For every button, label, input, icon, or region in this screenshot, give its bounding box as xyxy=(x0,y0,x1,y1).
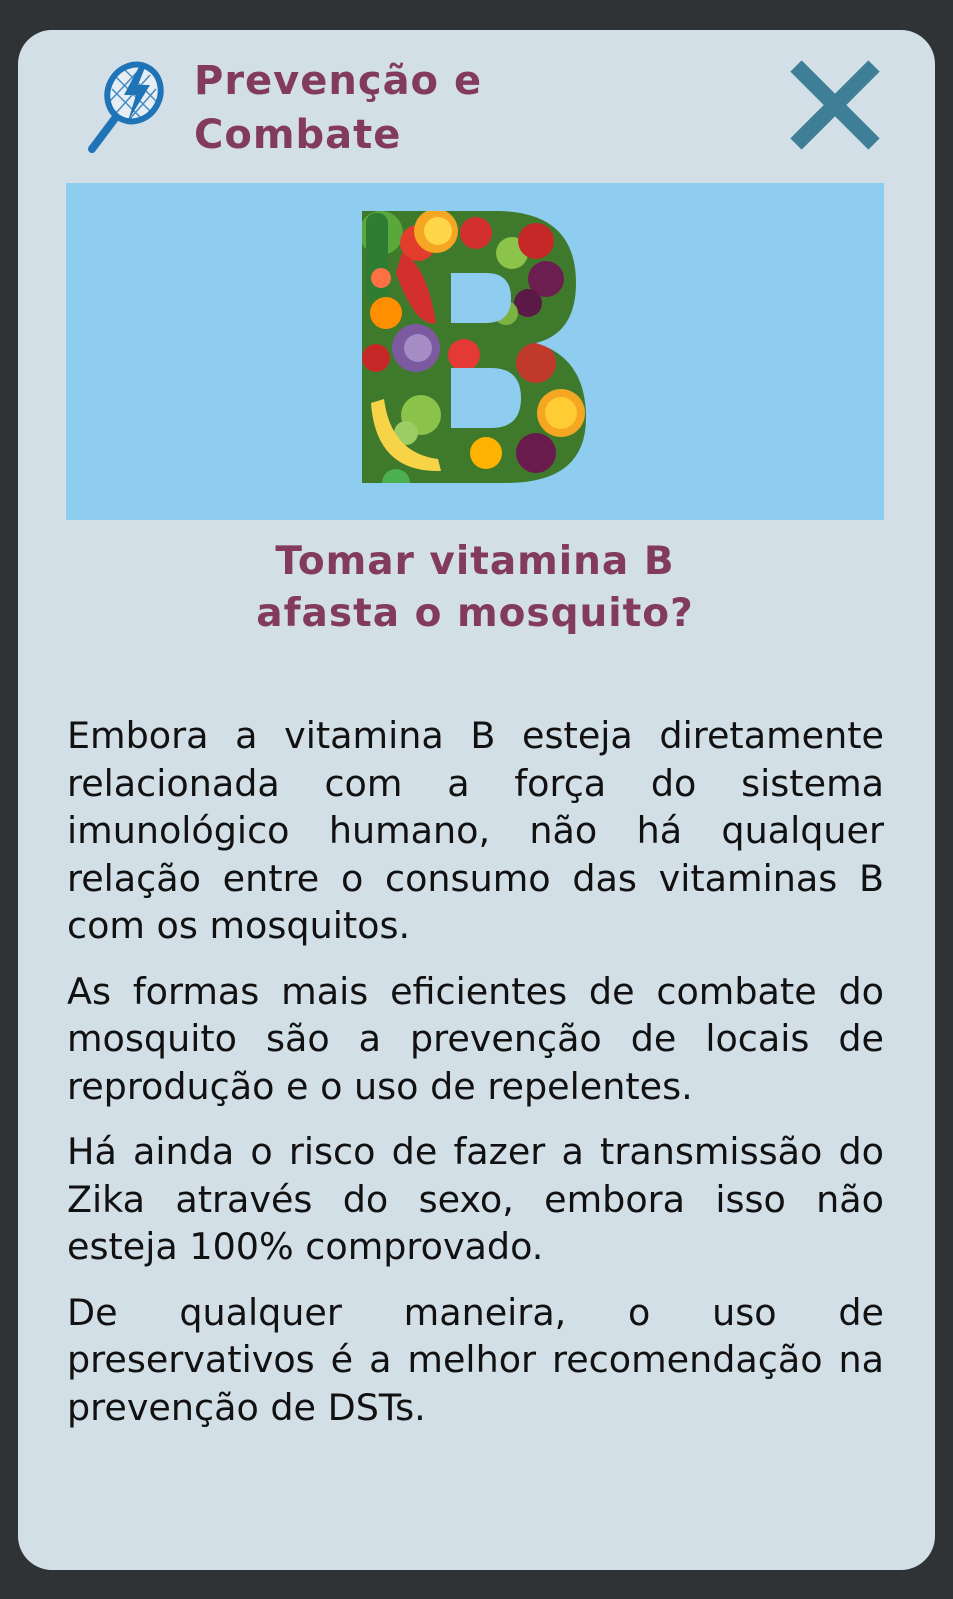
page-title: Prevenção e Combate xyxy=(194,54,482,162)
article-body: Embora a vitamina B esteja diretamente r… xyxy=(67,712,884,1449)
paragraph: Embora a vitamina B esteja diretamente r… xyxy=(67,714,884,947)
question-line-1: Tomar vitamina B xyxy=(275,539,675,584)
title-line-2: Combate xyxy=(194,112,402,158)
close-icon xyxy=(790,60,880,150)
vitamin-b-image xyxy=(66,183,884,520)
question-line-2: afasta o mosquito? xyxy=(256,591,694,636)
question-heading: Tomar vitamina B afasta o mosquito? xyxy=(66,536,884,640)
racket-lightning-icon xyxy=(86,55,168,155)
paragraph: Há ainda o risco de fazer a transmissão … xyxy=(67,1130,884,1268)
title-line-1: Prevenção e xyxy=(194,58,483,104)
paragraph: As formas mais eficientes de combate do … xyxy=(67,969,884,1108)
paragraph: De qualquer maneira, o uso de preservati… xyxy=(67,1290,884,1429)
close-button[interactable] xyxy=(786,56,884,154)
prevention-card: Prevenção e Combate Tomar vitamina B afa… xyxy=(18,30,935,1570)
